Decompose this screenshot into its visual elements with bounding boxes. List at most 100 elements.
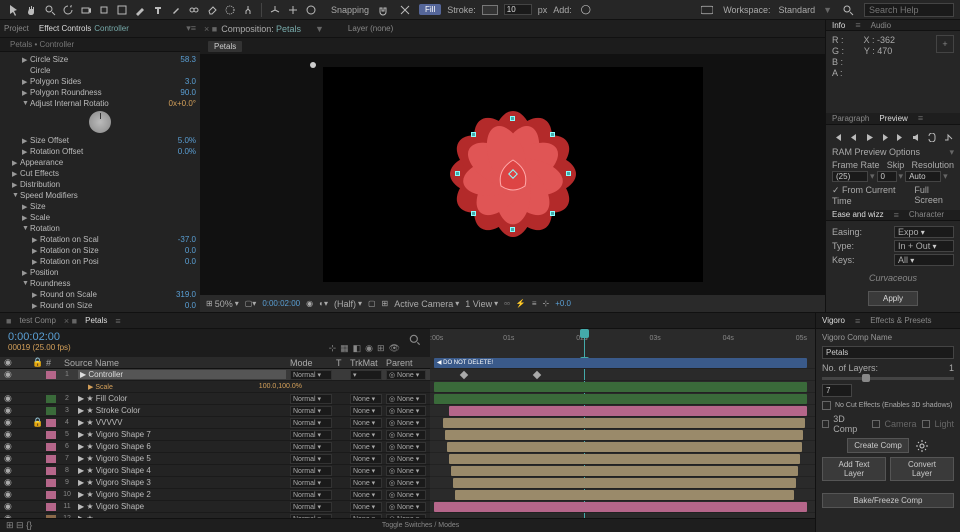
prev-frame-icon[interactable] <box>848 132 860 144</box>
stroke-swatch[interactable] <box>482 5 498 15</box>
layer-row[interactable]: ◉10▶ ★ Vigoro Shape 2Normal ▾None ▾◎ Non… <box>0 489 430 501</box>
track-row[interactable] <box>430 477 815 489</box>
camera-tool-icon[interactable] <box>78 2 94 18</box>
tab-effects-presets[interactable]: Effects & Presets <box>870 316 931 325</box>
layer-row[interactable]: ◉7▶ ★ Vigoro Shape 5Normal ▾None ▾◎ None… <box>0 453 430 465</box>
prop-row[interactable]: ▶Round on Scale319.0 <box>4 289 196 300</box>
rotation-dial[interactable] <box>89 111 111 133</box>
track-row[interactable] <box>430 501 815 513</box>
flower-shape[interactable] <box>443 104 583 244</box>
framerate-select[interactable]: (25) <box>832 171 868 182</box>
ram-options-menu[interactable]: ▾ <box>949 147 954 158</box>
graph-editor-icon[interactable]: ⊞ <box>377 343 385 354</box>
layer-row[interactable]: ◉3▶ ★ Stroke ColorNormal ▾None ▾◎ None ▾ <box>0 405 430 417</box>
prop-row[interactable]: ▼Adjust Internal Rotatio0x+0.0° <box>4 98 196 109</box>
track-row[interactable] <box>430 441 815 453</box>
pen-tool-icon[interactable] <box>132 2 148 18</box>
view-dropdown[interactable]: 1 View ▾ <box>465 299 498 309</box>
track-row[interactable] <box>430 381 815 393</box>
brush-tool-icon[interactable] <box>168 2 184 18</box>
handle[interactable] <box>566 171 571 176</box>
prop-row[interactable]: ▶Rotation on Size0.0 <box>4 245 196 256</box>
last-frame-icon[interactable] <box>895 132 907 144</box>
comp-name-input[interactable] <box>822 346 954 359</box>
prop-row[interactable]: ▶Round on Size0.0 <box>4 300 196 311</box>
prop-row[interactable]: ▶Rotation on Scal-37.0 <box>4 234 196 245</box>
clone-tool-icon[interactable] <box>186 2 202 18</box>
snap-icon[interactable] <box>375 2 391 18</box>
layers-slider[interactable] <box>822 377 954 380</box>
prop-row[interactable]: ▶Polygon Sides3.0 <box>4 76 196 87</box>
track-row[interactable] <box>430 489 815 501</box>
skip-select[interactable]: 0 <box>877 171 897 182</box>
type-tool-icon[interactable] <box>150 2 166 18</box>
timecode-display[interactable]: 0:00:02:00 <box>262 299 300 308</box>
tab-test-comp[interactable]: test Comp <box>19 316 55 325</box>
add-info-icon[interactable]: + <box>936 35 954 53</box>
composition-canvas[interactable] <box>323 67 703 282</box>
stroke-width-input[interactable] <box>504 4 532 15</box>
pan-behind-tool-icon[interactable] <box>96 2 112 18</box>
motion-blur-icon[interactable]: ◉ <box>365 343 373 354</box>
layer-row[interactable]: ◉8▶ ★ Vigoro Shape 4Normal ▾None ▾◎ None… <box>0 465 430 477</box>
track-row[interactable] <box>430 453 815 465</box>
toggle-switches-label[interactable]: Toggle Switches / Modes <box>382 522 459 529</box>
sync-icon[interactable] <box>699 2 715 18</box>
tab-project[interactable]: Project <box>4 24 29 33</box>
handle[interactable] <box>550 211 555 216</box>
layer-search-icon[interactable] <box>408 333 422 347</box>
cut-effects-check[interactable]: No Cut Effects (Enables 3D shadows) <box>822 401 954 410</box>
region-icon[interactable]: ▢ <box>368 299 376 308</box>
layer-row[interactable]: ◉🔒4▶ ★ VVVVVNormal ▾None ▾◎ None ▾ <box>0 417 430 429</box>
prop-row[interactable]: ▶Polygon Roundness90.0 <box>4 87 196 98</box>
track-row[interactable]: ◀ DO NOT DELETE! <box>430 357 815 369</box>
layer-row[interactable]: ◉6▶ ★ Vigoro Shape 6Normal ▾None ▾◎ None… <box>0 441 430 453</box>
layer-row[interactable]: ◉9▶ ★ Vigoro Shape 3Normal ▾None ▾◎ None… <box>0 477 430 489</box>
handle[interactable] <box>455 171 460 176</box>
tab-composition[interactable]: Composition: Petals <box>221 24 301 34</box>
zoom-tool-icon[interactable] <box>42 2 58 18</box>
prop-row[interactable]: ▶Cut Effects <box>4 168 196 179</box>
tab-paragraph[interactable]: Paragraph <box>832 114 869 123</box>
tab-info[interactable]: Info <box>832 21 845 30</box>
current-time-indicator[interactable] <box>584 329 585 357</box>
timeline-icon[interactable]: ≡ <box>532 299 537 308</box>
3d-comp-check[interactable]: 3D Comp <box>822 414 866 434</box>
layer-row[interactable]: ◉1▶ ControllerNormal ▾ ▾◎ None ▾ <box>0 369 430 381</box>
camera-dropdown[interactable]: Active Camera ▾ <box>394 299 459 309</box>
tab-preview[interactable]: Preview <box>879 114 907 123</box>
panel-menu-icon[interactable]: ▾≡ <box>186 23 196 34</box>
loop-icon[interactable] <box>927 132 939 144</box>
tab-ease[interactable]: Ease and wizz <box>832 210 884 219</box>
mute-icon[interactable] <box>911 132 923 144</box>
create-comp-button[interactable]: Create Comp <box>847 438 909 453</box>
prop-row[interactable]: ▼Rotation <box>4 223 196 234</box>
handle[interactable] <box>550 132 555 137</box>
shy-icon[interactable]: 👁 <box>389 343 400 354</box>
fill-button[interactable]: Fill <box>419 4 441 15</box>
ease-type-select[interactable]: In + Out ▾ <box>894 240 954 252</box>
workspace-value[interactable]: Standard <box>779 5 816 15</box>
track-row[interactable] <box>430 405 815 417</box>
add-shape-icon[interactable]: ◯ <box>578 2 594 18</box>
handle[interactable] <box>471 211 476 216</box>
exposure-value[interactable]: +0.0 <box>555 299 571 308</box>
ram-preview-icon[interactable] <box>942 132 954 144</box>
resolution-select[interactable]: Auto <box>905 171 941 182</box>
prop-row[interactable]: Circle <box>4 65 196 76</box>
add-text-layer-button[interactable]: Add Text Layer <box>822 457 886 481</box>
grid-icon[interactable]: ⊞ <box>382 299 389 308</box>
easing-select[interactable]: Expo ▾ <box>894 226 954 238</box>
draft-3d-icon[interactable]: ▦ <box>340 343 349 354</box>
layers-input[interactable] <box>822 384 852 397</box>
next-frame-icon[interactable] <box>879 132 891 144</box>
frame-blend-icon[interactable]: ◧ <box>353 343 362 354</box>
prop-row[interactable]: ▼Roundness <box>4 278 196 289</box>
prop-row[interactable]: ▶Rotation Offset0.0% <box>4 146 196 157</box>
prop-row[interactable]: ▶Distribution <box>4 179 196 190</box>
tab-audio[interactable]: Audio <box>871 21 891 30</box>
layer-row[interactable]: ◉11▶ ★ Vigoro ShapeNormal ▾None ▾◎ None … <box>0 501 430 513</box>
handle[interactable] <box>510 227 515 232</box>
local-axis-icon[interactable] <box>267 2 283 18</box>
fast-preview-icon[interactable]: ⚡ <box>516 299 526 308</box>
